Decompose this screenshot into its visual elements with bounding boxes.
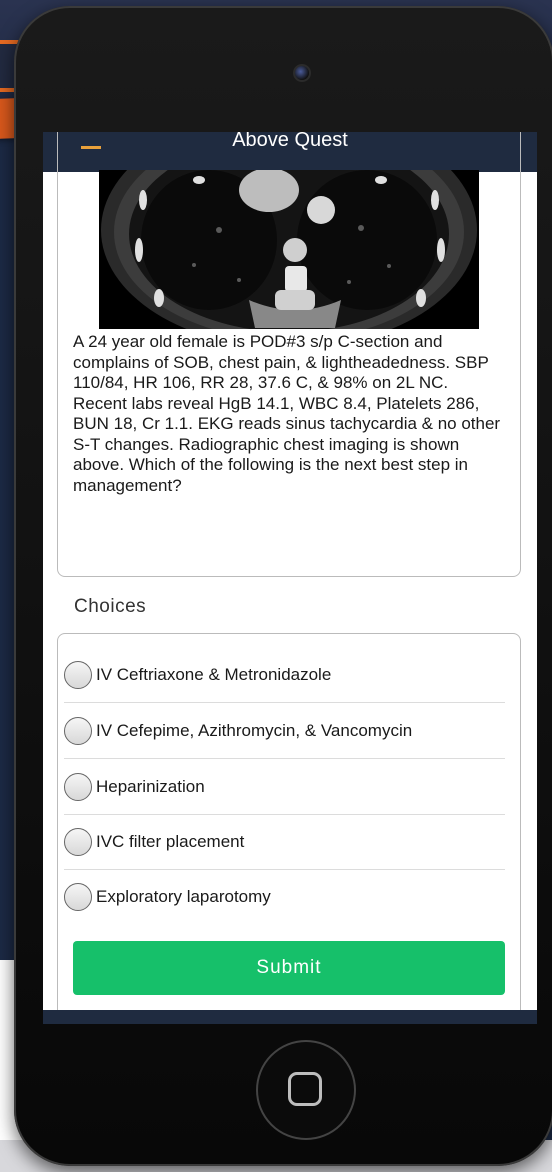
radio-button[interactable] (64, 883, 92, 911)
choice-label: Exploratory laparotomy (96, 887, 271, 906)
choice-label: IV Cefepime, Azithromycin, & Vancomycin (96, 720, 413, 740)
home-square-icon (288, 1072, 322, 1106)
radio-button[interactable] (64, 772, 92, 801)
radio-button[interactable] (64, 716, 92, 745)
choice-label: IV Ceftriaxone & Metronidazole (96, 664, 332, 684)
question-text: A 24 year old female is POD#3 s/p C-sect… (73, 332, 501, 495)
ct-scan-graphic (101, 170, 477, 329)
home-button[interactable] (256, 1040, 356, 1140)
choice-option-4[interactable]: IVC filter placement (64, 814, 505, 870)
radio-button[interactable] (64, 827, 92, 856)
radio-button[interactable] (64, 660, 92, 689)
screen-bottom-bar (43, 1010, 537, 1024)
choice-option-3[interactable]: Heparinization (64, 759, 505, 815)
choice-option-2[interactable]: IV Cefepime, Azithromycin, & Vancomycin (64, 703, 505, 759)
choice-option-1[interactable]: IV Ceftriaxone & Metronidazole (64, 647, 505, 703)
app-screen: Above Quest A 24 year old female is POD#… (43, 132, 537, 1024)
choices-heading: Choices (74, 596, 147, 617)
choice-label: Heparinization (96, 776, 205, 796)
submit-button[interactable]: Submit (73, 941, 505, 995)
camera-icon (293, 64, 311, 82)
choice-label: IVC filter placement (96, 831, 245, 851)
choice-option-5[interactable]: Exploratory laparotomy (64, 869, 505, 925)
ct-chest-image (99, 170, 479, 329)
